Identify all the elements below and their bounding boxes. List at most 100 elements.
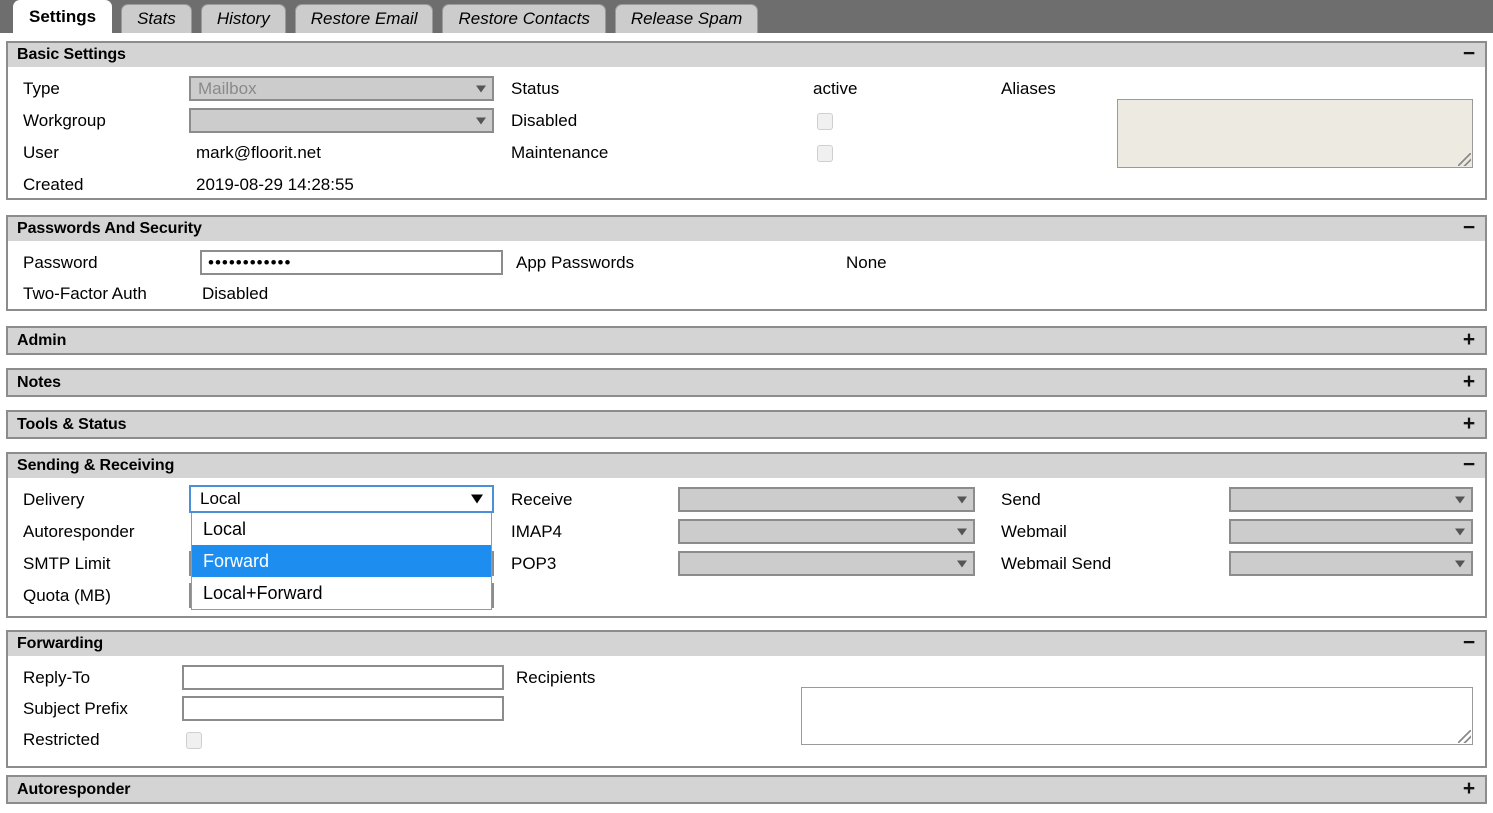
section-header-admin[interactable]: Admin + xyxy=(8,328,1485,353)
tab-restore-contacts[interactable]: Restore Contacts xyxy=(442,4,606,33)
created-value: 2019-08-29 14:28:55 xyxy=(196,175,354,194)
label-reply-to: Reply-To xyxy=(23,668,91,687)
tab-label: History xyxy=(216,9,270,28)
tab-label: Restore Email xyxy=(310,9,418,28)
section-title: Passwords And Security xyxy=(17,220,202,237)
aliases-textarea[interactable] xyxy=(1117,99,1473,168)
chevron-down-icon xyxy=(1455,528,1465,535)
workgroup-select[interactable] xyxy=(189,108,494,133)
resize-grip-icon[interactable] xyxy=(1458,153,1471,166)
password-input[interactable]: •••••••••••• xyxy=(200,250,503,275)
label-delivery: Delivery xyxy=(23,490,85,509)
label-status: Status xyxy=(511,79,560,98)
pop3-select[interactable] xyxy=(678,551,975,576)
type-select[interactable]: Mailbox xyxy=(189,76,494,101)
label-workgroup: Workgroup xyxy=(23,111,106,130)
tab-history[interactable]: History xyxy=(200,4,286,33)
section-body: Password Two-Factor Auth •••••••••••• Di… xyxy=(8,242,1485,309)
two-factor-auth-value: Disabled xyxy=(202,284,269,303)
label-app-passwords: App Passwords xyxy=(516,253,635,272)
section-body: Reply-To Subject Prefix Restricted Recip… xyxy=(8,657,1485,766)
dropdown-option-local[interactable]: Local xyxy=(192,513,491,545)
section-header-sending-and-receiving[interactable]: Sending & Receiving − xyxy=(8,454,1485,479)
imap4-select[interactable] xyxy=(678,519,975,544)
tab-bar: Settings Stats History Restore Email Res… xyxy=(0,0,1493,33)
expand-toggle-icon[interactable]: + xyxy=(1461,329,1477,350)
section-header-tools-and-status[interactable]: Tools & Status + xyxy=(8,412,1485,437)
section-title: Notes xyxy=(17,373,61,391)
dropdown-option-forward[interactable]: Forward xyxy=(192,545,491,577)
chevron-down-icon xyxy=(471,494,483,504)
tab-label: Stats xyxy=(137,9,176,28)
label-maintenance: Maintenance xyxy=(511,143,609,162)
tab-restore-email[interactable]: Restore Email xyxy=(294,4,434,33)
collapse-toggle-icon[interactable]: − xyxy=(1461,632,1477,653)
label-pop3: POP3 xyxy=(511,554,557,573)
tab-release-spam[interactable]: Release Spam xyxy=(614,4,759,33)
tab-label: Settings xyxy=(29,7,97,26)
chevron-down-icon xyxy=(957,560,967,567)
settings-page: Settings Stats History Restore Email Res… xyxy=(0,0,1493,813)
chevron-down-icon xyxy=(1455,496,1465,503)
label-subject-prefix: Subject Prefix xyxy=(23,699,128,718)
expand-toggle-icon[interactable]: + xyxy=(1461,371,1477,392)
tab-settings[interactable]: Settings xyxy=(13,0,113,33)
collapse-toggle-icon[interactable]: − xyxy=(1461,43,1477,64)
section-header-forwarding[interactable]: Forwarding − xyxy=(8,632,1485,657)
webmail-select[interactable] xyxy=(1229,519,1473,544)
section-header-notes[interactable]: Notes + xyxy=(8,370,1485,395)
collapse-toggle-icon[interactable]: − xyxy=(1461,454,1477,475)
section-tools-and-status: Tools & Status + xyxy=(6,410,1487,439)
label-recipients: Recipients xyxy=(516,668,596,687)
label-imap4: IMAP4 xyxy=(511,522,563,541)
webmail-send-select[interactable] xyxy=(1229,551,1473,576)
receive-select[interactable] xyxy=(678,487,975,512)
section-autoresponder: Autoresponder + xyxy=(6,775,1487,804)
label-aliases: Aliases xyxy=(1001,79,1056,98)
label-two-factor-auth: Two-Factor Auth xyxy=(23,284,147,303)
label-disabled: Disabled xyxy=(511,111,578,130)
section-header-passwords-and-security[interactable]: Passwords And Security − xyxy=(8,217,1485,242)
section-admin: Admin + xyxy=(6,326,1487,355)
label-restricted: Restricted xyxy=(23,730,100,749)
chevron-down-icon xyxy=(476,85,486,92)
app-passwords-value: None xyxy=(846,253,887,272)
label-send: Send xyxy=(1001,490,1041,509)
send-select[interactable] xyxy=(1229,487,1473,512)
section-sending-and-receiving: Sending & Receiving − Delivery Autorespo… xyxy=(6,452,1487,618)
label-quota: Quota (MB) xyxy=(23,586,111,605)
user-value: mark@floorit.net xyxy=(196,143,321,162)
label-type: Type xyxy=(23,79,60,98)
collapse-toggle-icon[interactable]: − xyxy=(1461,217,1477,238)
dropdown-option-local-forward[interactable]: Local+Forward xyxy=(192,577,491,609)
label-webmail-send: Webmail Send xyxy=(1001,554,1112,573)
recipients-textarea[interactable] xyxy=(801,687,1473,745)
section-basic-settings: Basic Settings − Type Workgroup User Cre… xyxy=(6,41,1487,200)
section-header-autoresponder[interactable]: Autoresponder + xyxy=(8,777,1485,802)
status-value: active xyxy=(813,79,858,98)
expand-toggle-icon[interactable]: + xyxy=(1461,413,1477,434)
maintenance-checkbox[interactable] xyxy=(817,145,833,162)
reply-to-input[interactable] xyxy=(182,665,504,690)
section-title: Autoresponder xyxy=(17,780,131,798)
tab-label: Restore Contacts xyxy=(458,9,590,28)
subject-prefix-input[interactable] xyxy=(182,696,504,721)
chevron-down-icon xyxy=(957,528,967,535)
section-title: Basic Settings xyxy=(17,46,126,63)
section-header-basic-settings[interactable]: Basic Settings − xyxy=(8,43,1485,68)
delivery-dropdown-list: Local Forward Local+Forward xyxy=(191,513,492,610)
disabled-checkbox[interactable] xyxy=(817,113,833,130)
section-body: Type Workgroup User Created Mailbox mark… xyxy=(8,68,1485,198)
restricted-checkbox[interactable] xyxy=(186,732,202,749)
section-title: Admin xyxy=(17,331,67,349)
password-value: •••••••••••• xyxy=(208,253,292,272)
type-select-value: Mailbox xyxy=(198,79,257,98)
label-user: User xyxy=(23,143,59,162)
delivery-select[interactable]: Local xyxy=(189,485,494,513)
tab-stats[interactable]: Stats xyxy=(121,4,192,33)
section-body: Delivery Autoresponder SMTP Limit Quota … xyxy=(8,479,1485,616)
label-receive: Receive xyxy=(511,490,573,509)
resize-grip-icon[interactable] xyxy=(1458,730,1471,743)
section-notes: Notes + xyxy=(6,368,1487,397)
expand-toggle-icon[interactable]: + xyxy=(1461,778,1477,799)
